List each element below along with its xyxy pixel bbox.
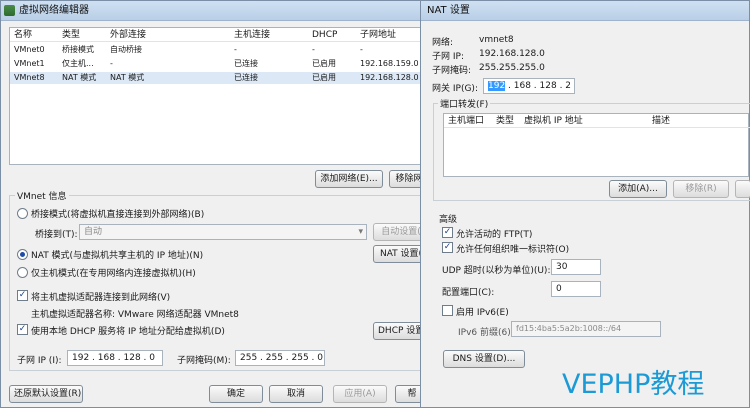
enable-ipv6-checkbox[interactable] [442, 305, 453, 316]
subnet-mask-label: 子网掩码(M): [177, 356, 231, 366]
cell: 已启用 [312, 73, 336, 82]
bridge-mode-label[interactable]: 桥接模式(将虚拟机直接连接到外部网络)(B) [31, 207, 204, 220]
connect-adapter-checkbox[interactable]: ✓ [17, 290, 28, 301]
cell: NAT 模式 [110, 73, 145, 82]
cell: 192.168.128.0 [360, 73, 419, 82]
allow-ftp-checkbox[interactable]: ✓ [442, 227, 453, 238]
gateway-rest: . 168 . 128 . 2 [505, 81, 572, 91]
port-forwarding-header: 主机端口 类型 虚拟机 IP 地址 描述 [444, 114, 750, 128]
cell: 自动桥接 [110, 45, 142, 54]
subnet-mask-field[interactable]: 255 . 255 . 255 . 0 [235, 350, 325, 366]
network-list-header: 名称 类型 外部连接 主机连接 DHCP 子网地址 [10, 28, 426, 42]
ok-button[interactable]: 确定 [209, 385, 263, 403]
subnet-ip-label: 子网 IP (I): [17, 356, 62, 366]
col-host[interactable]: 主机连接 [234, 28, 270, 42]
nat-subnet-ip-label: 子网 IP: [432, 52, 464, 62]
vmnet-info-group [9, 195, 429, 371]
cell: - [360, 45, 363, 54]
watermark-text: VEPHP教程 [562, 369, 705, 400]
table-row[interactable]: VMnet8 NAT 模式 NAT 模式 已连接 已启用 192.168.128… [10, 72, 424, 84]
dns-settings-button[interactable]: DNS 设置(D)... [443, 350, 525, 368]
cell: NAT 模式 [62, 73, 97, 82]
udp-timeout-label: UDP 超时(以秒为单位)(U): [442, 266, 551, 276]
cell: 仅主机... [62, 59, 94, 68]
network-label: 网络: [432, 38, 454, 48]
port-forwarding-list[interactable]: 主机端口 类型 虚拟机 IP 地址 描述 [443, 113, 750, 177]
col-external[interactable]: 外部连接 [110, 28, 146, 42]
nat-subnet-mask-value: 255.255.255.0 [479, 63, 545, 73]
adapter-name-text: 主机虚拟适配器名称: VMware 网络适配器 VMnet8 [31, 310, 239, 320]
network-app-icon [4, 5, 15, 16]
gateway-ip-field[interactable]: 192 . 168 . 128 . 2 [483, 78, 575, 94]
use-dhcp-label[interactable]: 使用本地 DHCP 服务将 IP 地址分配给虚拟机(D) [31, 324, 225, 337]
cell: - [110, 59, 113, 68]
network-value: vmnet8 [479, 35, 514, 45]
cell: VMnet1 [14, 59, 45, 68]
col-host-port[interactable]: 主机端口 [448, 114, 484, 128]
bridge-to-select[interactable]: 自动 [79, 224, 367, 240]
add-network-button[interactable]: 添加网络(E)... [315, 170, 383, 188]
nat-mode-label[interactable]: NAT 模式(与虚拟机共享主机的 IP 地址)(N) [31, 248, 203, 261]
allow-oui-label[interactable]: 允许任何组织唯一标识符(O) [456, 242, 569, 255]
col-name[interactable]: 名称 [14, 28, 32, 42]
col-type[interactable]: 类型 [62, 28, 80, 42]
host-only-label[interactable]: 仅主机模式(在专用网络内连接虚拟机)(H) [31, 266, 196, 279]
nat-titlebar[interactable]: NAT 设置 [421, 1, 749, 21]
host-only-radio[interactable] [17, 267, 28, 278]
remove-port-button[interactable]: 移除(R) [673, 180, 729, 198]
table-row[interactable]: VMnet1 仅主机... - 已连接 已启用 192.168.159.0 [10, 58, 424, 70]
nat-title: NAT 设置 [427, 5, 470, 16]
gateway-first-octet: 192 [488, 81, 506, 91]
col-vm-ip[interactable]: 虚拟机 IP 地址 [524, 114, 583, 128]
port-forwarding-label: 端口转发(F) [438, 97, 491, 110]
nat-subnet-mask-label: 子网掩码: [432, 66, 472, 76]
cancel-button[interactable]: 取消 [269, 385, 323, 403]
cell: 已连接 [234, 59, 258, 68]
cell: - [234, 45, 237, 54]
nat-subnet-ip-value: 192.168.128.0 [479, 49, 545, 59]
vne-titlebar[interactable]: 虚拟网络编辑器 [1, 1, 427, 21]
udp-timeout-field[interactable]: 30 [551, 259, 601, 275]
nat-mode-radio[interactable] [17, 249, 28, 260]
col-subnet[interactable]: 子网地址 [360, 28, 396, 42]
allow-oui-checkbox[interactable]: ✓ [442, 242, 453, 253]
virtual-network-editor-window: 虚拟网络编辑器 名称 类型 外部连接 主机连接 DHCP 子网地址 VMnet0… [0, 0, 429, 408]
network-list[interactable]: 名称 类型 外部连接 主机连接 DHCP 子网地址 VMnet0 桥接模式 自动… [9, 27, 426, 165]
properties-button[interactable] [735, 180, 750, 198]
cell: VMnet0 [14, 45, 45, 54]
enable-ipv6-label[interactable]: 启用 IPv6(E) [456, 305, 509, 318]
advanced-label: 高级 [439, 215, 458, 225]
bridge-to-label: 桥接到(T): [35, 230, 78, 240]
subnet-ip-field[interactable]: 192 . 168 . 128 . 0 [67, 350, 163, 366]
bridge-mode-radio[interactable] [17, 208, 28, 219]
cell: 已连接 [234, 73, 258, 82]
connect-adapter-label[interactable]: 将主机虚拟适配器连接到此网络(V) [31, 290, 170, 303]
vne-title: 虚拟网络编辑器 [19, 5, 89, 16]
col-description[interactable]: 描述 [652, 114, 670, 128]
ipv6-prefix-field[interactable]: fd15:4ba5:5a2b:1008::/64 [511, 321, 661, 337]
gateway-label: 网关 IP(G): [432, 84, 478, 94]
nat-settings-window: NAT 设置 网络: vmnet8 子网 IP: 192.168.128.0 子… [420, 0, 750, 408]
table-row[interactable]: VMnet0 桥接模式 自动桥接 - - - [10, 44, 424, 56]
cell: - [312, 45, 315, 54]
allow-ftp-label[interactable]: 允许活动的 FTP(T) [456, 227, 532, 240]
use-dhcp-checkbox[interactable]: ✓ [17, 324, 28, 335]
cell: VMnet8 [14, 73, 45, 82]
config-port-field[interactable]: 0 [551, 281, 601, 297]
col-pf-type[interactable]: 类型 [496, 114, 514, 128]
restore-defaults-button[interactable]: 还原默认设置(R) [9, 385, 83, 403]
config-port-label: 配置端口(C): [442, 288, 495, 298]
cell: 桥接模式 [62, 45, 94, 54]
col-dhcp[interactable]: DHCP [312, 28, 337, 42]
apply-button[interactable]: 应用(A) [333, 385, 387, 403]
add-port-button[interactable]: 添加(A)... [609, 180, 667, 198]
vmnet-info-label: VMnet 信息 [15, 189, 69, 202]
cell: 192.168.159.0 [360, 59, 419, 68]
ipv6-prefix-label: IPv6 前缀(6): [458, 328, 514, 338]
cell: 已启用 [312, 59, 336, 68]
